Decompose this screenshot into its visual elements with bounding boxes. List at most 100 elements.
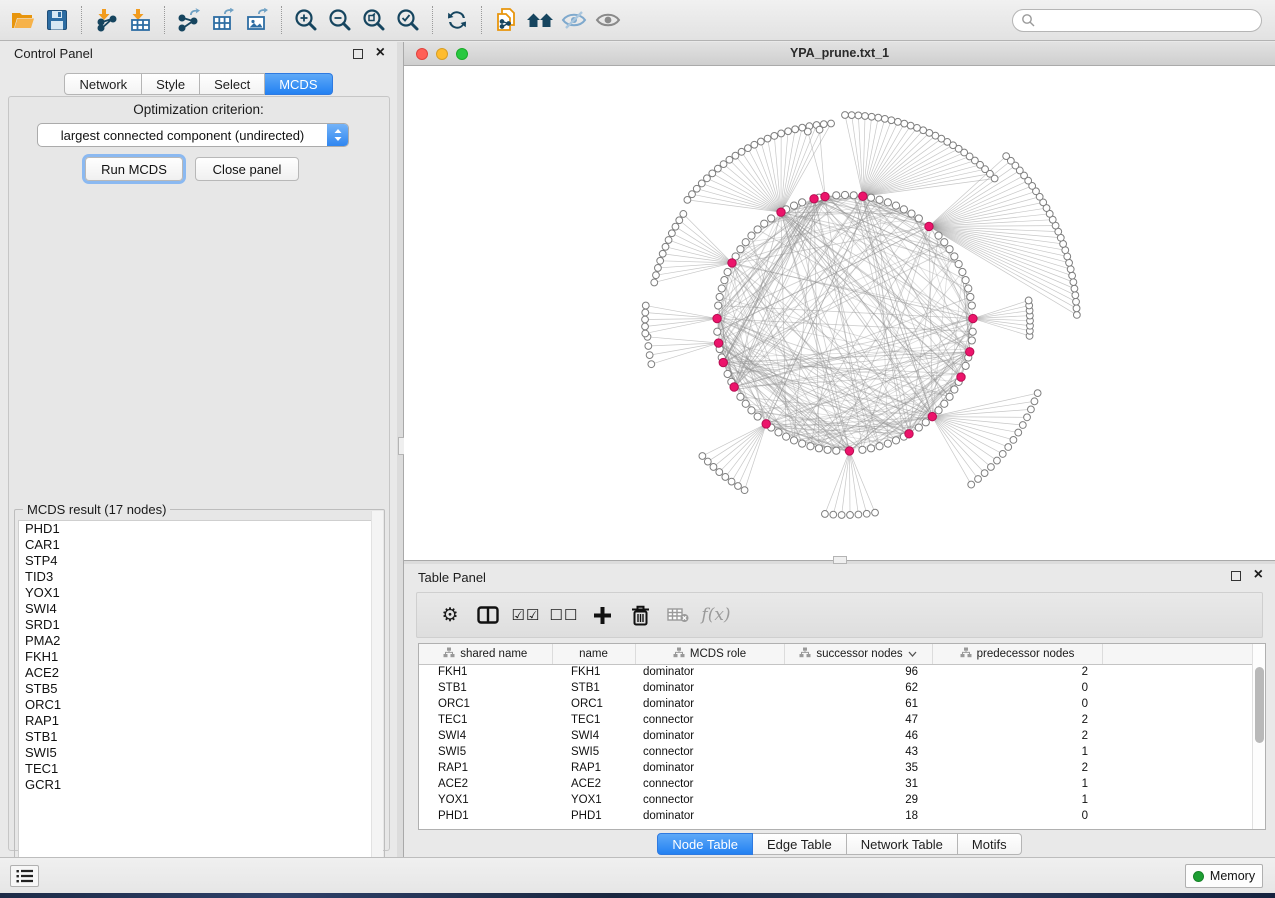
cell: 29 — [784, 792, 932, 808]
export-network-button[interactable] — [172, 3, 206, 37]
hide-selected-icon[interactable] — [557, 3, 591, 37]
result-node-item[interactable]: PHD1 — [19, 521, 381, 537]
cell: 31 — [784, 776, 932, 792]
refresh-button[interactable] — [440, 3, 474, 37]
table-row[interactable]: SWI4SWI4dominator462 — [419, 728, 1253, 744]
tab-network-table[interactable]: Network Table — [847, 833, 958, 855]
open-session-button[interactable] — [6, 3, 40, 37]
delete-columns-icon[interactable] — [621, 597, 659, 633]
cell: 2 — [932, 760, 1102, 776]
network-graph — [404, 66, 1275, 560]
float-panel-icon[interactable] — [353, 49, 363, 59]
float-table-panel-icon[interactable] — [1231, 571, 1241, 581]
table-toolbar: ⚙ ☑☑ ☐☐ f(x) — [416, 592, 1263, 638]
control-panel-tabs: NetworkStyleSelectMCDS — [0, 73, 397, 95]
tab-style[interactable]: Style — [142, 73, 200, 95]
network-window-titlebar[interactable]: YPA_prune.txt_1 — [404, 42, 1275, 66]
horizontal-splitter-grip[interactable] — [833, 556, 847, 564]
result-node-item[interactable]: GCR1 — [19, 777, 381, 793]
zoom-in-button[interactable] — [289, 3, 323, 37]
cell: FKH1 — [419, 664, 552, 680]
zoom-out-button[interactable] — [323, 3, 357, 37]
column-header-predecessor-nodes[interactable]: predecessor nodes — [932, 644, 1102, 664]
cell: dominator — [635, 664, 784, 680]
show-all-icon[interactable] — [591, 3, 625, 37]
run-mcds-button[interactable]: Run MCDS — [85, 157, 183, 181]
network-window-title: YPA_prune.txt_1 — [404, 46, 1275, 60]
result-node-item[interactable]: TEC1 — [19, 761, 381, 777]
table-row[interactable]: ORC1ORC1dominator610 — [419, 696, 1253, 712]
cell: 2 — [932, 664, 1102, 680]
table-scrollbar-thumb[interactable] — [1255, 667, 1264, 743]
network-canvas[interactable] — [404, 66, 1275, 560]
result-node-item[interactable]: SWI4 — [19, 601, 381, 617]
result-node-item[interactable]: STB1 — [19, 729, 381, 745]
task-history-button[interactable] — [10, 865, 39, 887]
table-row[interactable]: TEC1TEC1connector472 — [419, 712, 1253, 728]
result-list-scrollbar[interactable] — [371, 511, 383, 867]
result-node-item[interactable]: SRD1 — [19, 617, 381, 633]
zoom-fit-button[interactable] — [357, 3, 391, 37]
result-node-item[interactable]: ORC1 — [19, 697, 381, 713]
table-body: FKH1FKH1dominator962STB1STB1dominator620… — [419, 664, 1253, 824]
tab-motifs[interactable]: Motifs — [958, 833, 1022, 855]
cell: TEC1 — [552, 712, 635, 728]
memory-button[interactable]: Memory — [1185, 864, 1263, 888]
table-row[interactable]: SWI5SWI5connector431 — [419, 744, 1253, 760]
tab-node-table[interactable]: Node Table — [657, 833, 753, 855]
table-row[interactable]: FKH1FKH1dominator962 — [419, 664, 1253, 680]
cell: 18 — [784, 808, 932, 824]
sort-arrow-icon[interactable] — [908, 648, 917, 660]
column-header-name[interactable]: name — [552, 644, 635, 664]
column-header-mcds-role[interactable]: MCDS role — [635, 644, 784, 664]
column-header-shared-name[interactable]: shared name — [419, 644, 552, 664]
table-row[interactable]: PHD1PHD1dominator180 — [419, 808, 1253, 824]
table-scrollbar[interactable] — [1252, 644, 1265, 829]
add-column-icon[interactable] — [583, 597, 621, 633]
column-label: shared name — [460, 648, 527, 660]
result-node-item[interactable]: SWI5 — [19, 745, 381, 761]
main-toolbar — [0, 0, 1275, 41]
deselect-all-columns-icon[interactable]: ☐☐ — [545, 597, 583, 633]
close-panel-button[interactable]: Close panel — [195, 157, 299, 181]
table-mode-gear-icon[interactable]: ⚙ — [431, 597, 469, 633]
criterion-select[interactable]: largest connected component (undirected) — [37, 123, 349, 147]
status-bar: Memory — [0, 857, 1275, 893]
tab-mcds[interactable]: MCDS — [265, 73, 332, 95]
result-node-item[interactable]: ACE2 — [19, 665, 381, 681]
result-node-item[interactable]: CAR1 — [19, 537, 381, 553]
tab-select[interactable]: Select — [200, 73, 265, 95]
result-node-item[interactable]: STP4 — [19, 553, 381, 569]
import-table-button[interactable] — [123, 3, 157, 37]
zoom-selected-button[interactable] — [391, 3, 425, 37]
duplicate-network-button[interactable] — [489, 3, 523, 37]
result-node-item[interactable]: TID3 — [19, 569, 381, 585]
result-node-item[interactable]: RAP1 — [19, 713, 381, 729]
table-row[interactable]: YOX1YOX1connector291 — [419, 792, 1253, 808]
import-network-button[interactable] — [89, 3, 123, 37]
result-node-item[interactable]: FKH1 — [19, 649, 381, 665]
cell: ACE2 — [419, 776, 552, 792]
first-neighbors-button[interactable] — [523, 3, 557, 37]
mcds-result-list[interactable]: PHD1CAR1STP4TID3YOX1SWI4SRD1PMA2FKH1ACE2… — [18, 520, 382, 878]
select-all-columns-icon[interactable]: ☑☑ — [507, 597, 545, 633]
result-node-item[interactable]: YOX1 — [19, 585, 381, 601]
export-table-button[interactable] — [206, 3, 240, 37]
result-node-item[interactable]: PMA2 — [19, 633, 381, 649]
tab-edge-table[interactable]: Edge Table — [753, 833, 847, 855]
column-header-successor-nodes[interactable]: successor nodes — [784, 644, 932, 664]
result-node-item[interactable]: STB5 — [19, 681, 381, 697]
save-session-button[interactable] — [40, 3, 74, 37]
table-row[interactable]: STB1STB1dominator620 — [419, 680, 1253, 696]
tab-network[interactable]: Network — [64, 73, 142, 95]
search-box[interactable] — [1012, 9, 1262, 32]
close-panel-icon[interactable]: × — [376, 44, 385, 62]
cell: ORC1 — [552, 696, 635, 712]
table-row[interactable]: RAP1RAP1dominator352 — [419, 760, 1253, 776]
search-input[interactable] — [1036, 14, 1246, 28]
cell: connector — [635, 712, 784, 728]
close-table-panel-icon[interactable]: × — [1254, 566, 1263, 584]
table-row[interactable]: ACE2ACE2connector311 — [419, 776, 1253, 792]
export-image-button[interactable] — [240, 3, 274, 37]
show-columns-icon[interactable] — [469, 597, 507, 633]
